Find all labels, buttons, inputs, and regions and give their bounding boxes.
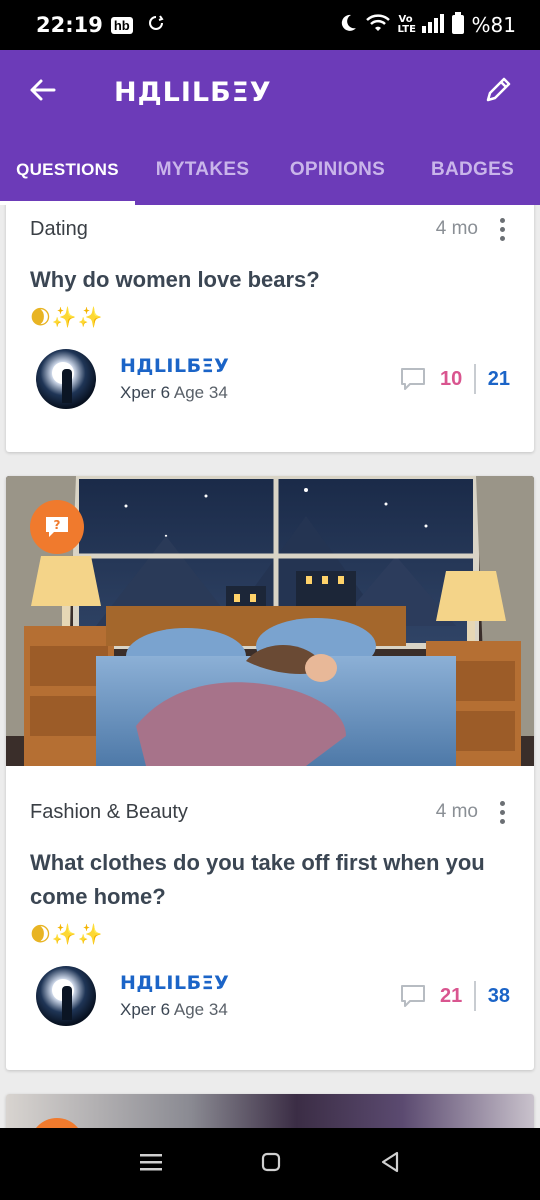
signal-icon [421, 13, 444, 38]
questions-feed: Dating 4 mo Why do women love bears? 🌒✨✨… [0, 205, 540, 1128]
back-button[interactable] [0, 50, 84, 135]
tab-questions[interactable]: QUESTIONS [0, 135, 135, 205]
sleeping-woman-bedroom-illustration [6, 476, 534, 766]
system-nav-bar [0, 1128, 540, 1200]
card-meta: Dating 4 mo [30, 205, 510, 253]
card-stats[interactable]: 21 38 [400, 981, 510, 1011]
author-age: Age 34 [173, 1000, 228, 1019]
volte-icon: Vo LTE [397, 14, 416, 35]
time-ago: 4 mo [435, 218, 478, 239]
home-icon[interactable] [261, 1152, 281, 1177]
more-options-button[interactable] [492, 217, 512, 241]
battery-icon [451, 11, 464, 39]
recent-apps-icon[interactable] [139, 1152, 162, 1177]
moon-icon [338, 13, 358, 38]
question-card[interactable] [6, 1094, 534, 1128]
card-meta: Fashion & Beauty 4 mo [30, 788, 510, 836]
opinion-count: 21 [487, 367, 510, 390]
sync-icon [147, 14, 165, 37]
card-stats[interactable]: 10 21 [400, 364, 510, 394]
question-card[interactable]: ? Fashion & Beauty 4 mo What clothes do … [6, 476, 534, 1070]
arrow-left-icon [28, 78, 56, 107]
stat-divider [474, 364, 476, 394]
status-time: 22:19 [36, 13, 103, 37]
tab-mytakes[interactable]: MYTAKES [135, 135, 270, 205]
question-title[interactable]: What clothes do you take off first when … [30, 846, 510, 914]
comment-icon [400, 367, 426, 391]
author-age: Age 34 [173, 383, 228, 402]
app-bar: НДLILБΞУ [0, 50, 540, 135]
profile-tabs: QUESTIONS MYTAKES OPINIONS BADGES [0, 135, 540, 205]
xper-level: Xper 6 [120, 1000, 171, 1019]
author-name[interactable]: НДLILБΞУ [120, 972, 229, 994]
question-card[interactable]: Dating 4 mo Why do women love bears? 🌒✨✨… [6, 205, 534, 452]
comment-count: 21 [440, 984, 463, 1007]
question-image[interactable] [6, 1094, 534, 1128]
author-name[interactable]: НДLILБΞУ [120, 355, 229, 377]
comment-icon [400, 984, 426, 1008]
stat-divider [474, 981, 476, 1011]
avatar[interactable] [36, 966, 96, 1026]
author-meta: Xper 6 Age 34 [120, 1000, 229, 1020]
comment-count: 10 [440, 367, 463, 390]
author-row: НДLILБΞУ Xper 6 Age 34 10 21 [30, 339, 510, 419]
question-title[interactable]: Why do women love bears? [30, 263, 510, 297]
tab-opinions[interactable]: OPINIONS [270, 135, 405, 205]
opinion-count: 38 [487, 984, 510, 1007]
author-row: НДLILБΞУ Xper 6 Age 34 21 38 [30, 956, 510, 1036]
xper-level: Xper 6 [120, 383, 171, 402]
question-image[interactable]: ? [6, 476, 534, 766]
status-bar: 22:19 hb Vo LTE %81 [0, 0, 540, 50]
wifi-icon [365, 13, 390, 38]
notification-app-icon: hb [110, 16, 133, 34]
pencil-icon [482, 74, 514, 111]
question-badge-icon: ? [30, 500, 84, 554]
edit-button[interactable] [456, 50, 540, 135]
back-nav-icon[interactable] [380, 1151, 400, 1178]
svg-text:?: ? [54, 518, 61, 532]
more-options-button[interactable] [492, 800, 512, 824]
tab-badges[interactable]: BADGES [405, 135, 540, 205]
author-meta: Xper 6 Age 34 [120, 383, 229, 403]
question-emoji: 🌒✨✨ [30, 922, 104, 946]
time-ago: 4 mo [435, 801, 478, 822]
question-emoji: 🌒✨✨ [30, 305, 104, 329]
avatar[interactable] [36, 349, 96, 409]
page-title: НДLILБΞУ [114, 77, 272, 108]
topic-label[interactable]: Dating [30, 218, 88, 241]
battery-percent: %81 [471, 13, 516, 37]
topic-label[interactable]: Fashion & Beauty [30, 801, 188, 824]
